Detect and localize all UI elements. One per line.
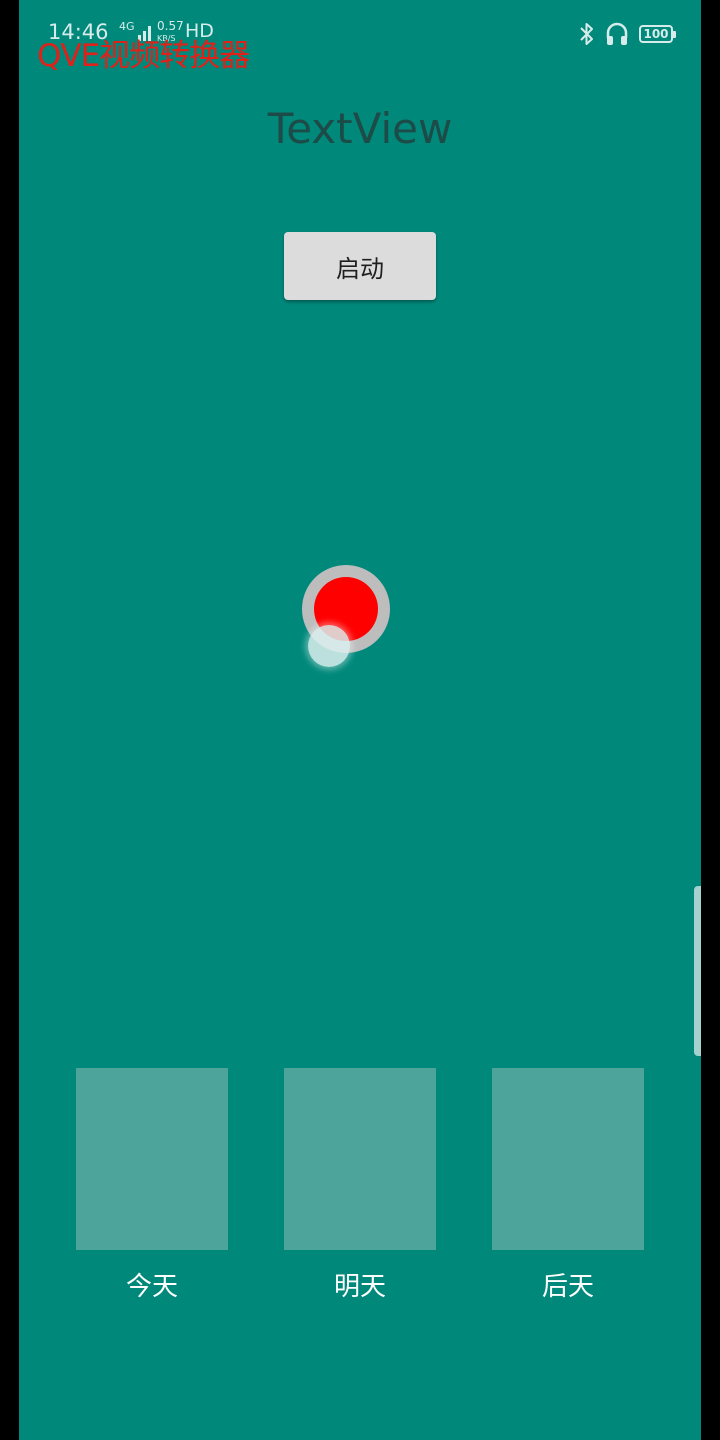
headphones-icon xyxy=(606,22,628,45)
textview-title: TextView xyxy=(267,104,453,153)
start-button[interactable]: 启动 xyxy=(284,232,436,300)
battery-level: 100 xyxy=(643,27,669,41)
bluetooth-icon xyxy=(580,23,593,45)
battery-icon: 100 xyxy=(639,25,676,43)
day-label-today[interactable]: 今天 xyxy=(76,1266,228,1303)
status-bar: 14:46 4G 0.57 KB/S HD QVE视频转换器 100 xyxy=(19,0,701,74)
day-label-tomorrow[interactable]: 明天 xyxy=(284,1266,436,1303)
day-tile-today[interactable] xyxy=(76,1068,228,1250)
app-screen: 14:46 4G 0.57 KB/S HD QVE视频转换器 100 TextV… xyxy=(19,0,701,1440)
day-tile-day-after[interactable] xyxy=(492,1068,644,1250)
edge-scroll-handle[interactable] xyxy=(694,886,701,1056)
status-icons: 100 xyxy=(579,20,676,48)
day-label-day-after[interactable]: 后天 xyxy=(492,1266,644,1303)
watermark-text: QVE视频转换器 xyxy=(37,38,250,74)
day-tile-tomorrow[interactable] xyxy=(284,1068,436,1250)
touch-indicator xyxy=(308,625,350,667)
